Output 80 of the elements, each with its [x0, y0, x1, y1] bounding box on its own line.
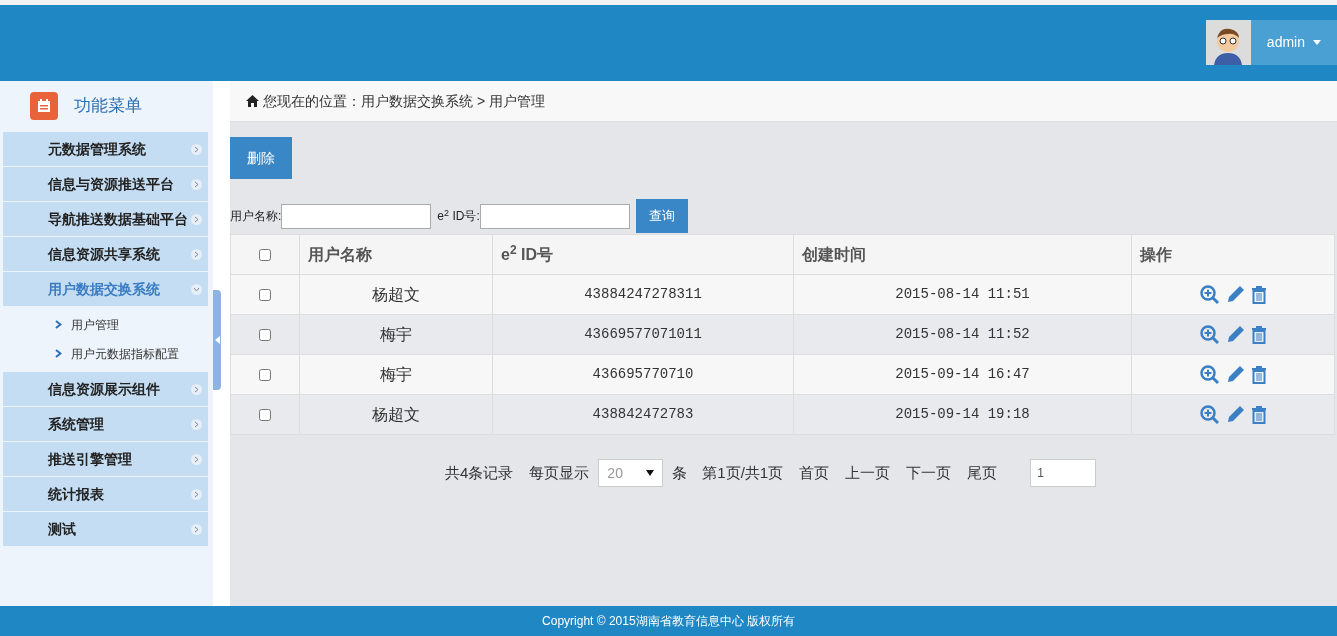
delete-button[interactable]: 删除: [230, 137, 292, 179]
previous-page-link[interactable]: 上一页: [845, 461, 891, 485]
page-number-field[interactable]: 1: [1030, 459, 1097, 487]
home-icon: [246, 95, 259, 107]
table-cell: 438842472783: [592, 406, 694, 422]
collapse-handle[interactable]: [213, 290, 221, 390]
submenu-item[interactable]: 用户元数据指标配置: [3, 339, 208, 368]
pencil-icon[interactable]: [1225, 405, 1245, 424]
checkbox[interactable]: [259, 409, 271, 422]
table-cell: 43884247278311: [584, 286, 702, 302]
chevron-right-icon: [191, 248, 202, 260]
chevron-right-icon: [191, 488, 202, 500]
unit-label: 条: [672, 462, 688, 483]
avatar-icon: [1205, 20, 1251, 65]
next-page-link[interactable]: 下一页: [906, 461, 952, 485]
table-cell: 43669577071011: [584, 326, 702, 342]
table-cell: 杨超文: [372, 405, 420, 423]
calendar-icon: [30, 92, 58, 120]
pencil-icon[interactable]: [1225, 325, 1245, 344]
menu-item[interactable]: 系统管理: [3, 407, 208, 441]
table-cell: 2015-08-14 11:51: [895, 286, 1030, 302]
search-field[interactable]: [281, 203, 432, 229]
search-button[interactable]: 查询: [635, 199, 688, 233]
chevron-right-icon: [55, 349, 62, 358]
submenu-item[interactable]: 用户管理: [3, 310, 208, 339]
menu-item[interactable]: 信息与资源推送平台: [3, 167, 208, 201]
column-header: 操作: [1140, 245, 1172, 263]
first-page-link[interactable]: 首页: [799, 461, 830, 485]
table-cell: 2015-09-14 16:47: [895, 366, 1030, 382]
search-field[interactable]: [479, 203, 630, 229]
menu-item[interactable]: 统计报表: [3, 477, 208, 511]
menu-item[interactable]: 导航推送数据基础平台: [3, 202, 208, 236]
caret-icon: [1313, 40, 1321, 45]
last-page-link[interactable]: 尾页: [967, 461, 998, 485]
chevron-right-icon: [191, 523, 202, 535]
checkbox[interactable]: [259, 329, 271, 342]
checkbox[interactable]: [259, 289, 271, 302]
trash-icon[interactable]: [1250, 405, 1267, 424]
table-cell: 梅宇: [380, 365, 412, 383]
trash-icon[interactable]: [1250, 285, 1267, 304]
zoom-in-icon[interactable]: [1199, 284, 1220, 305]
trash-icon[interactable]: [1250, 325, 1267, 344]
menu-item[interactable]: 信息资源展示组件: [3, 372, 208, 406]
menu-item[interactable]: 信息资源共享系统: [3, 237, 208, 271]
zoom-in-icon[interactable]: [1199, 364, 1220, 385]
table-cell: 2015-09-14 19:18: [895, 406, 1030, 422]
chevron-right-icon: [191, 143, 202, 155]
chevron-right-icon: [191, 418, 202, 430]
checkbox[interactable]: [259, 369, 271, 382]
breadcrumb: 您现在的位置：用户数据交换系统 > 用户管理: [263, 91, 545, 111]
page-size-label: 每页显示: [529, 462, 590, 483]
column-header: 用户名称: [308, 245, 372, 263]
trash-icon[interactable]: [1250, 365, 1267, 384]
record-count: 共4条记录: [445, 462, 514, 483]
chevron-right-icon: [191, 453, 202, 465]
copyright-text: Copyright © 2015湖南省教育信息中心 版权所有: [542, 613, 795, 630]
field-label: 用户名称:: [230, 208, 282, 225]
table-cell: 436695770710: [592, 366, 694, 382]
sidebar-title: 功能菜单: [74, 95, 142, 118]
chevron-right-icon: [55, 320, 62, 329]
menu-item[interactable]: 元数据管理系统: [3, 132, 208, 166]
pencil-icon[interactable]: [1225, 285, 1245, 304]
page-info: 第1页/共1页: [702, 462, 784, 483]
pencil-icon[interactable]: [1225, 365, 1245, 384]
zoom-in-icon[interactable]: [1199, 404, 1220, 425]
chevron-right-icon: [191, 383, 202, 395]
column-header: e$^{2}$ ID号: [501, 245, 554, 263]
caret-icon: [646, 470, 655, 476]
column-header: 创建时间: [802, 245, 866, 263]
checkbox[interactable]: [259, 249, 271, 262]
menu-item[interactable]: 测试: [3, 512, 208, 546]
field-label: e$^{2}$ ID号:: [437, 207, 480, 225]
table-cell: 2015-08-14 11:52: [895, 326, 1030, 342]
chevron-down-icon: [191, 283, 202, 295]
table-cell: 梅宇: [380, 325, 412, 343]
chevron-right-icon: [191, 178, 202, 190]
zoom-in-icon[interactable]: [1199, 324, 1220, 345]
table-cell: 杨超文: [372, 285, 420, 303]
chevron-right-icon: [191, 213, 202, 225]
menu-item[interactable]: 推送引擎管理: [3, 442, 208, 476]
